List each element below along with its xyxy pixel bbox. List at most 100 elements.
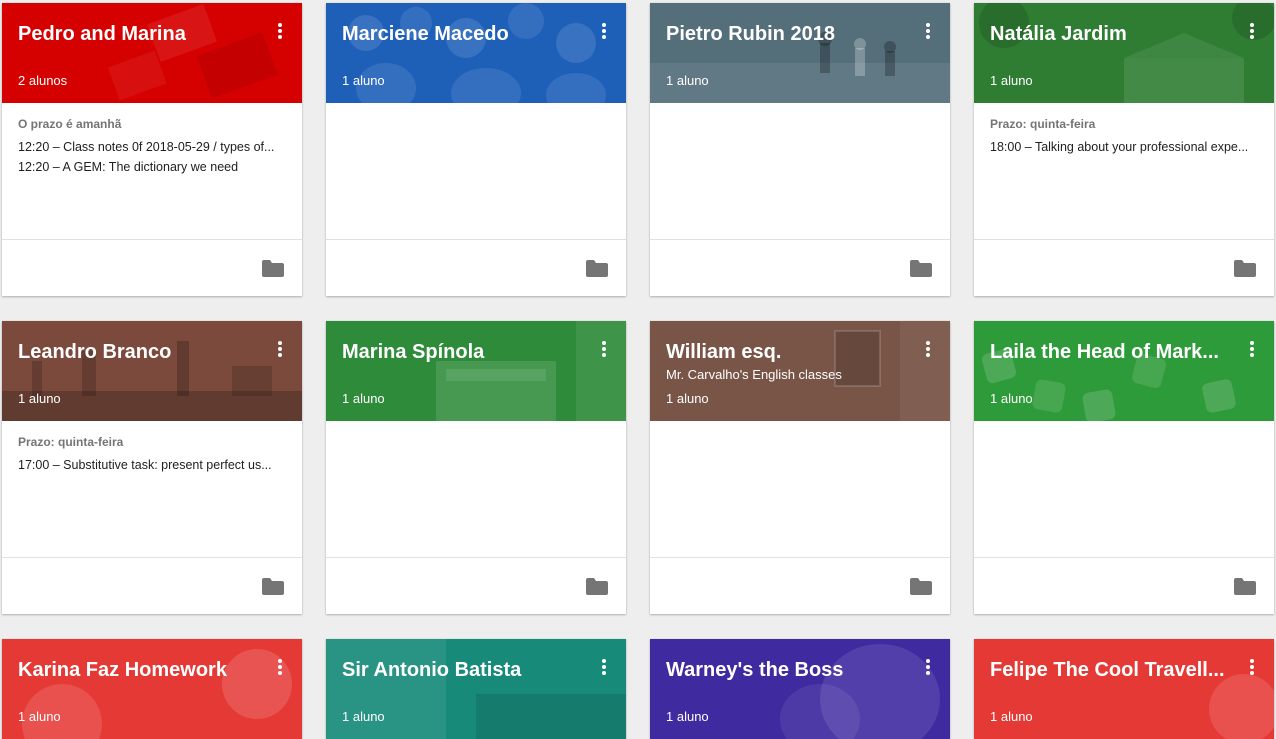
- class-banner[interactable]: Warney's the Boss 1 aluno: [650, 639, 950, 739]
- class-banner[interactable]: Pietro Rubin 2018 1 aluno: [650, 3, 950, 103]
- class-card-footer: [650, 240, 950, 296]
- class-card: Leandro Branco 1 aluno Prazo: quinta-fei…: [2, 321, 302, 614]
- banner-pattern: [107, 3, 278, 101]
- class-banner[interactable]: Leandro Branco 1 aluno: [2, 321, 302, 421]
- class-title[interactable]: Sir Antonio Batista: [342, 657, 582, 683]
- more-options-icon[interactable]: [924, 341, 932, 361]
- assignment-item[interactable]: 12:20 – Class notes 0f 2018-05-29 / type…: [18, 137, 286, 157]
- class-card-footer: [650, 558, 950, 614]
- student-count: 1 aluno: [666, 709, 709, 724]
- assignment-item[interactable]: 18:00 – Talking about your professional …: [990, 137, 1258, 157]
- folder-icon[interactable]: [586, 578, 608, 595]
- more-options-icon[interactable]: [1248, 341, 1256, 361]
- class-title[interactable]: Marina Spínola: [342, 339, 582, 365]
- banner-pattern: [780, 644, 940, 739]
- banner-pattern: [326, 639, 626, 739]
- banner-pattern: [650, 32, 950, 103]
- class-card: Felipe The Cool Travell... 1 aluno: [974, 639, 1274, 739]
- student-count: 1 aluno: [18, 709, 61, 724]
- assignment-item[interactable]: 17:00 – Substitutive task: present perfe…: [18, 455, 286, 475]
- due-label: Prazo: quinta-feira: [18, 435, 124, 449]
- class-card-footer: [2, 240, 302, 296]
- class-assignments: Prazo: quinta-feira 17:00 – Substitutive…: [2, 421, 302, 558]
- more-options-icon[interactable]: [600, 23, 608, 43]
- class-title[interactable]: Pietro Rubin 2018: [666, 21, 906, 47]
- class-banner[interactable]: Marina Spínola 1 aluno: [326, 321, 626, 421]
- class-banner[interactable]: Pedro and Marina 2 alunos: [2, 3, 302, 103]
- student-count: 1 aluno: [342, 709, 385, 724]
- class-assignments: [326, 421, 626, 558]
- class-card: Pedro and Marina 2 alunos O prazo é aman…: [2, 3, 302, 296]
- banner-pattern: [979, 3, 1274, 103]
- more-options-icon[interactable]: [276, 341, 284, 361]
- banner-pattern: [348, 3, 606, 103]
- class-title[interactable]: Felipe The Cool Travell...: [990, 657, 1230, 683]
- assignment-item[interactable]: 12:20 – A GEM: The dictionary we need: [18, 157, 286, 177]
- more-options-icon[interactable]: [924, 23, 932, 43]
- class-title[interactable]: Warney's the Boss: [666, 657, 906, 683]
- class-card: Pietro Rubin 2018 1 aluno: [650, 3, 950, 296]
- class-banner[interactable]: Sir Antonio Batista 1 aluno: [326, 639, 626, 739]
- class-assignments: [326, 103, 626, 240]
- class-assignments: Prazo: quinta-feira 18:00 – Talking abou…: [974, 103, 1274, 240]
- class-title[interactable]: Laila the Head of Mark...: [990, 339, 1230, 365]
- student-count: 1 aluno: [666, 73, 709, 88]
- class-card: Marina Spínola 1 aluno: [326, 321, 626, 614]
- class-assignments: [650, 103, 950, 240]
- student-count: 2 alunos: [18, 73, 68, 88]
- banner-pattern: [22, 649, 292, 739]
- class-subtitle: Mr. Carvalho's English classes: [666, 367, 842, 382]
- student-count: 1 aluno: [666, 391, 709, 406]
- class-banner[interactable]: Marciene Macedo 1 aluno: [326, 3, 626, 103]
- class-card: Marciene Macedo 1 aluno: [326, 3, 626, 296]
- class-banner[interactable]: Laila the Head of Mark... 1 aluno: [974, 321, 1274, 421]
- class-card-footer: [974, 558, 1274, 614]
- class-banner[interactable]: Natália Jardim 1 aluno: [974, 3, 1274, 103]
- more-options-icon[interactable]: [600, 341, 608, 361]
- more-options-icon[interactable]: [1248, 659, 1256, 679]
- banner-pattern: [981, 348, 1236, 421]
- class-title[interactable]: Marciene Macedo: [342, 21, 582, 47]
- banner-pattern: [1209, 674, 1274, 739]
- class-assignments: O prazo é amanhã 12:20 – Class notes 0f …: [2, 103, 302, 240]
- student-count: 1 aluno: [990, 709, 1033, 724]
- banner-pattern: [436, 321, 626, 421]
- class-card-footer: [2, 558, 302, 614]
- class-card: Warney's the Boss 1 aluno: [650, 639, 950, 739]
- more-options-icon[interactable]: [276, 659, 284, 679]
- more-options-icon[interactable]: [600, 659, 608, 679]
- class-card: William esq. Mr. Carvalho's English clas…: [650, 321, 950, 614]
- folder-icon[interactable]: [262, 578, 284, 595]
- folder-icon[interactable]: [1234, 578, 1256, 595]
- class-title[interactable]: William esq.: [666, 339, 906, 365]
- class-card-footer: [326, 558, 626, 614]
- folder-icon[interactable]: [262, 260, 284, 277]
- banner-pattern: [2, 341, 302, 421]
- due-label: Prazo: quinta-feira: [990, 117, 1096, 131]
- class-title[interactable]: Leandro Branco: [18, 339, 258, 365]
- class-banner[interactable]: William esq. Mr. Carvalho's English clas…: [650, 321, 950, 421]
- folder-icon[interactable]: [910, 260, 932, 277]
- class-assignments: [650, 421, 950, 558]
- more-options-icon[interactable]: [276, 23, 284, 43]
- class-card: Sir Antonio Batista 1 aluno: [326, 639, 626, 739]
- student-count: 1 aluno: [18, 391, 61, 406]
- class-title[interactable]: Karina Faz Homework: [18, 657, 258, 683]
- class-banner[interactable]: Karina Faz Homework 1 aluno: [2, 639, 302, 739]
- folder-icon[interactable]: [910, 578, 932, 595]
- student-count: 1 aluno: [990, 391, 1033, 406]
- class-card: Laila the Head of Mark... 1 aluno: [974, 321, 1274, 614]
- student-count: 1 aluno: [990, 73, 1033, 88]
- class-title[interactable]: Pedro and Marina: [18, 21, 258, 47]
- class-banner[interactable]: Felipe The Cool Travell... 1 aluno: [974, 639, 1274, 739]
- student-count: 1 aluno: [342, 391, 385, 406]
- class-assignments: [974, 421, 1274, 558]
- class-grid: Pedro and Marina 2 alunos O prazo é aman…: [0, 0, 1276, 739]
- folder-icon[interactable]: [586, 260, 608, 277]
- class-title[interactable]: Natália Jardim: [990, 21, 1230, 47]
- student-count: 1 aluno: [342, 73, 385, 88]
- folder-icon[interactable]: [1234, 260, 1256, 277]
- more-options-icon[interactable]: [1248, 23, 1256, 43]
- more-options-icon[interactable]: [924, 659, 932, 679]
- class-card: Karina Faz Homework 1 aluno: [2, 639, 302, 739]
